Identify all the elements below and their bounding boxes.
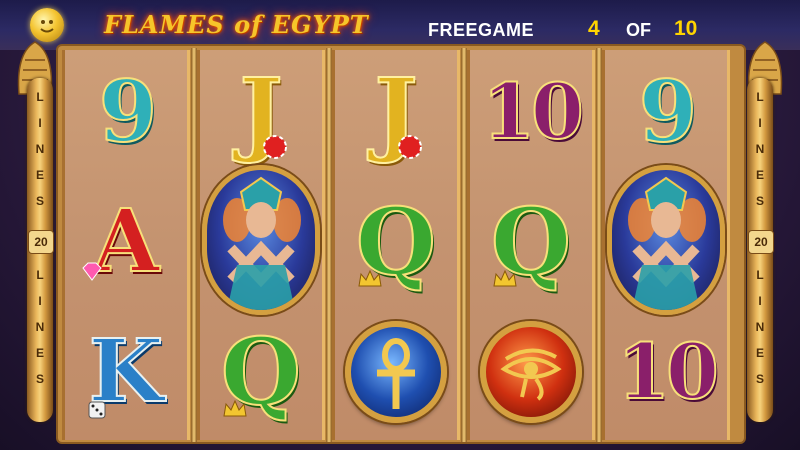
pillar-letter: L: [36, 90, 44, 104]
symbol-label: 10: [616, 327, 720, 416]
freegame-of-label: OF: [626, 20, 651, 40]
queen-scatter-icon: [607, 165, 725, 315]
symbol-ten: 10: [605, 312, 727, 432]
gem-icon: [82, 262, 102, 281]
symbol-label: 9: [98, 62, 159, 161]
symbol-queen-scatter: [200, 165, 322, 315]
symbol-jack: J: [200, 52, 322, 172]
freegame-total: 10: [674, 17, 698, 40]
sun-face-icon: [30, 8, 64, 42]
reel-divider: [461, 48, 467, 442]
symbol-queen: Q: [470, 182, 592, 302]
symbol-jack: J: [335, 52, 457, 172]
pillar-letter: E: [35, 168, 44, 182]
queen-scatter-icon: [202, 165, 320, 315]
pillar-letter: N: [35, 320, 45, 334]
pillar-letter: E: [755, 168, 764, 182]
symbol-queen-scatter: [605, 165, 727, 315]
symbol-queen: Q: [335, 182, 457, 302]
chip-icon: [263, 135, 287, 159]
pillar-letter: N: [35, 142, 45, 156]
pillar-letter: I: [758, 116, 762, 130]
pillar-letter: N: [755, 320, 765, 334]
pillar-letter: S: [755, 372, 764, 386]
reel-divider: [191, 48, 197, 442]
reel-divider: [326, 48, 332, 442]
reel-divider: [596, 48, 602, 442]
pillar-letter: N: [755, 142, 765, 156]
pillar-letter: S: [35, 194, 44, 208]
pillar-letter: E: [755, 346, 764, 360]
symbol-eye-of-horus: [470, 312, 592, 432]
freegame-current: 4: [588, 17, 600, 40]
chip-icon: [398, 135, 422, 159]
left-lines-indicator: L I N E S 20 L I N E S: [27, 78, 54, 422]
pillar-letter: L: [756, 90, 764, 104]
crown-icon: [223, 399, 247, 417]
symbol-ace: A: [65, 182, 187, 302]
pillar-letter: L: [756, 268, 764, 282]
pillar-letter: I: [758, 294, 762, 308]
symbol-nine: 9: [605, 52, 727, 172]
right-lines-indicator: L I N E S 20 L I N E S: [747, 78, 774, 422]
ankh-icon: [345, 321, 447, 423]
eye-of-horus-icon: [480, 321, 582, 423]
lines-count: 20: [28, 230, 54, 254]
pillar-letter: I: [38, 116, 42, 130]
pillar-letter: S: [35, 372, 44, 386]
symbol-ankh: [335, 312, 457, 432]
freegame-label: FREEGAME: [428, 20, 535, 40]
crown-icon: [358, 269, 382, 287]
dice-icon: [88, 401, 106, 419]
symbol-nine: 9: [65, 52, 187, 172]
pillar-letter: I: [38, 294, 42, 308]
game-title: FLAMES of EGYPT: [104, 10, 369, 39]
symbol-label: 10: [481, 67, 585, 156]
symbol-king: K: [65, 312, 187, 432]
symbol-ten: 10: [470, 52, 592, 172]
symbol-queen: Q: [200, 312, 322, 432]
top-bar: FLAMES of EGYPT FREEGAME 4 OF 10: [0, 0, 800, 50]
pillar-letter: E: [35, 346, 44, 360]
symbol-label: 9: [638, 62, 699, 161]
crown-icon: [493, 269, 517, 287]
lines-count: 20: [748, 230, 774, 254]
pillar-letter: S: [755, 194, 764, 208]
pillar-letter: L: [36, 268, 44, 282]
